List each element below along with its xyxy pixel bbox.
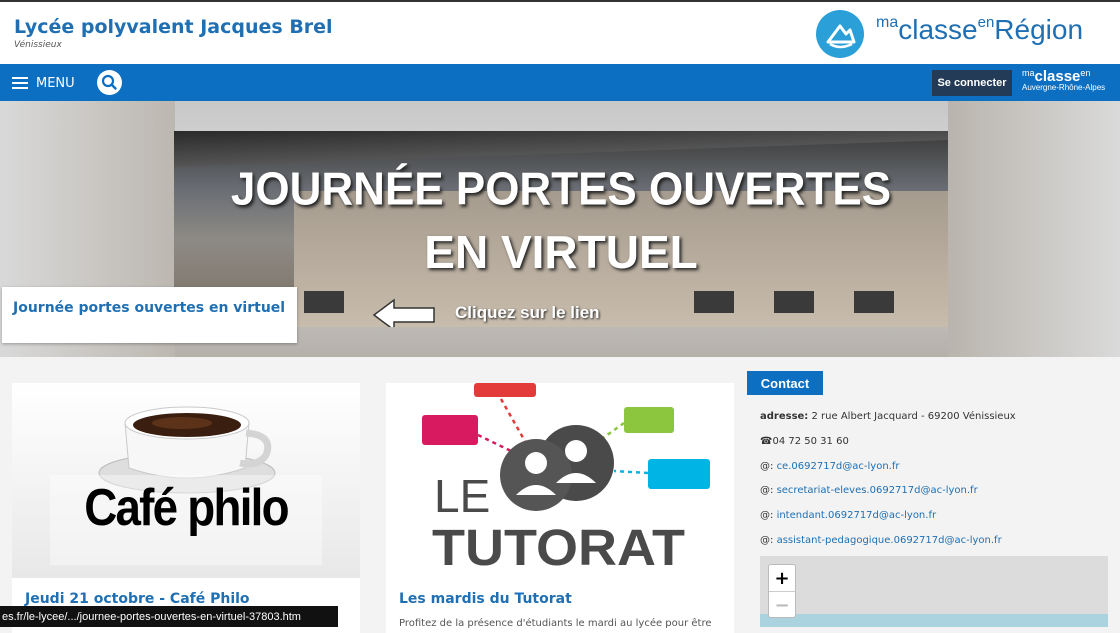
contact-phone: ☎04 72 50 31 60	[760, 436, 849, 447]
hero-backdrop-right	[948, 101, 1120, 357]
menu-button[interactable]: MENU	[12, 73, 75, 93]
email-link[interactable]: ce.0692717d@ac-lyon.fr	[777, 461, 900, 472]
banner-window	[304, 291, 344, 313]
brand-region: Région	[994, 14, 1084, 45]
contact-heading: Contact	[747, 371, 823, 395]
menu-label: MENU	[36, 75, 75, 91]
map-zoom-control: + −	[768, 564, 796, 618]
contact-email: @: assistant-pedagogique.0692717d@ac-lyo…	[760, 535, 1002, 546]
brand-classe: classe	[898, 14, 978, 45]
address-value: 2 rue Albert Jacquard - 69200 Vénissieux	[811, 411, 1016, 422]
card-title[interactable]: Les mardis du Tutorat	[399, 591, 572, 607]
address-label: adresse:	[760, 411, 809, 422]
nav-brand-region: Auvergne-Rhône-Alpes	[1022, 83, 1106, 92]
email-prefix: @:	[760, 535, 774, 546]
login-button[interactable]: Se connecter	[932, 70, 1012, 96]
site-title[interactable]: Lycée polyvalent Jacques Brel	[14, 16, 333, 38]
email-prefix: @:	[760, 510, 774, 521]
hero-caption[interactable]: Journée portes ouvertes en virtuel	[2, 287, 297, 343]
email-link[interactable]: assistant-pedagogique.0692717d@ac-lyon.f…	[777, 535, 1002, 546]
banner-headline-2: EN VIRTUEL	[424, 226, 698, 278]
site-subtitle: Vénissieux	[14, 40, 62, 50]
hamburger-icon	[12, 77, 28, 89]
banner-window	[854, 291, 894, 313]
nav-brand-en: en	[1080, 68, 1091, 78]
site-header: Lycée polyvalent Jacques Brel Vénissieux…	[0, 2, 1120, 64]
phone-value: 04 72 50 31 60	[772, 436, 849, 447]
tutorat-image[interactable]: LE TUTORAT	[386, 383, 734, 578]
cafe-philo-image-text: Café philo	[84, 479, 289, 537]
zoom-in-button[interactable]: +	[769, 565, 795, 591]
map-water	[760, 614, 1108, 627]
card-title[interactable]: Jeudi 21 octobre - Café Philo	[25, 591, 250, 607]
card-excerpt: Profitez de la présence d'étudiants le m…	[399, 618, 712, 629]
phone-icon: ☎	[760, 436, 773, 447]
region-logo-icon[interactable]	[816, 10, 864, 58]
location-map[interactable]: + −	[760, 556, 1108, 627]
arrow-left-icon	[372, 298, 435, 327]
email-link[interactable]: secretariat-eleves.0692717d@ac-lyon.fr	[777, 485, 978, 496]
region-brand[interactable]: maclasseenRégion	[876, 14, 1083, 46]
status-bar-url: es.fr/le-lycee/.../journee-portes-ouvert…	[0, 606, 338, 627]
tutorat-image-text-le: LE	[434, 470, 491, 522]
cafe-philo-image[interactable]: Café philo	[12, 383, 360, 578]
hero-slider[interactable]: JOURNÉE PORTES OUVERTES EN VIRTUEL Cliqu…	[0, 101, 1120, 357]
news-card-cafe-philo[interactable]: Café philo Jeudi 21 octobre - Café Philo	[12, 383, 360, 633]
banner-headline-1: JOURNÉE PORTES OUVERTES	[230, 163, 892, 216]
tutorat-image-text-tutorat: TUTORAT	[432, 519, 685, 577]
news-card-tutorat[interactable]: LE TUTORAT Les mardis du Tutorat Profite…	[386, 383, 734, 633]
banner-window	[774, 291, 814, 313]
email-prefix: @:	[760, 485, 774, 496]
brand-ma: ma	[876, 14, 899, 31]
nav-brand-ma: ma	[1022, 68, 1035, 78]
email-link[interactable]: intendant.0692717d@ac-lyon.fr	[777, 510, 937, 521]
zoom-out-button[interactable]: −	[769, 591, 795, 618]
email-prefix: @:	[760, 461, 774, 472]
banner-cta: Cliquez sur le lien	[455, 303, 600, 322]
contact-email: @: intendant.0692717d@ac-lyon.fr	[760, 510, 936, 521]
contact-email: @: secretariat-eleves.0692717d@ac-lyon.f…	[760, 485, 978, 496]
hero-caption-title[interactable]: Journée portes ouvertes en virtuel	[13, 300, 285, 316]
brand-en: en	[977, 14, 995, 31]
contact-email: @: ce.0692717d@ac-lyon.fr	[760, 461, 899, 472]
banner-window	[694, 291, 734, 313]
search-icon	[101, 74, 117, 90]
contact-address: adresse: 2 rue Albert Jacquard - 69200 V…	[760, 411, 1016, 422]
search-button[interactable]	[97, 70, 122, 95]
banner-roof	[174, 131, 948, 167]
nav-brand-logo[interactable]: maclasseen Auvergne-Rhône-Alpes	[1022, 68, 1105, 92]
main-navbar: MENU Se connecter maclasseen Auvergne-Rh…	[0, 64, 1120, 101]
